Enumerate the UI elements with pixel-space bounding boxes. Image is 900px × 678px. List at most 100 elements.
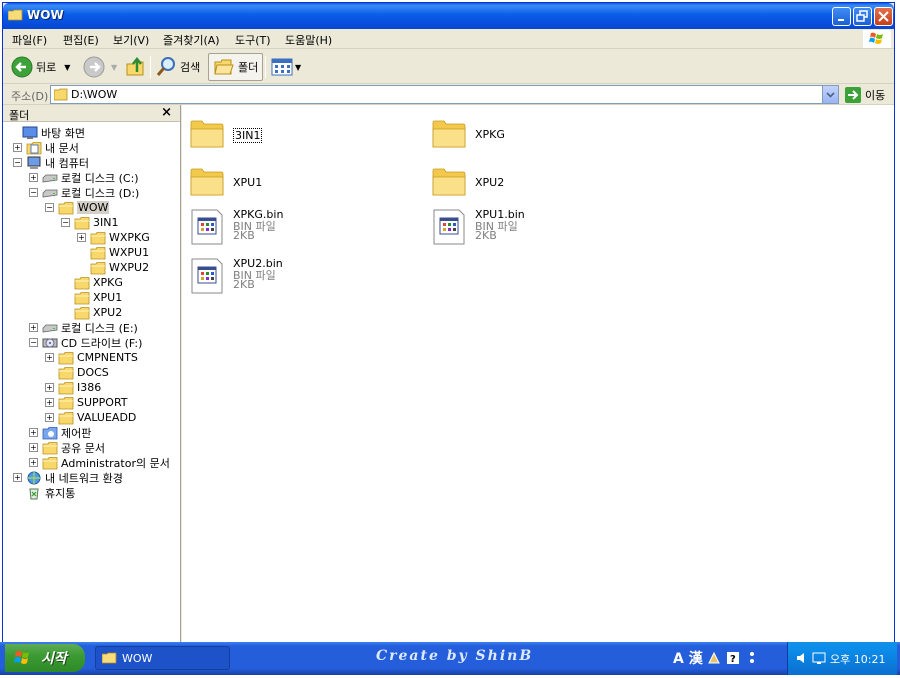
network-icon[interactable] — [812, 651, 826, 665]
back-dropdown-icon[interactable]: ▼ — [64, 63, 70, 72]
explorer-window: WOW 파일(F) 편집(E) 보기(V) 즐겨찾기(A) 도구(T) 도움말(… — [2, 2, 895, 674]
folder-item[interactable]: XPU2 — [424, 159, 664, 205]
address-value: D:\WOW — [71, 88, 118, 101]
expand-icon[interactable]: + — [29, 428, 38, 437]
views-dropdown-icon[interactable]: ▼ — [295, 63, 301, 72]
address-dropdown-button[interactable] — [822, 86, 838, 103]
folder-icon — [432, 115, 466, 151]
help-icon[interactable]: ? — [726, 652, 739, 664]
folder-item[interactable]: XPU1 — [182, 159, 422, 205]
volume-icon[interactable] — [796, 651, 810, 665]
start-button[interactable]: 시작 — [5, 644, 85, 672]
menu-file[interactable]: 파일(F) — [12, 32, 47, 48]
address-input[interactable]: D:\WOW — [50, 85, 839, 104]
menu-tools[interactable]: 도구(T) — [235, 32, 271, 48]
tree-node[interactable]: + SUPPORT — [45, 395, 128, 410]
tree-node[interactable]: + CMPNENTS — [45, 350, 138, 365]
expand-icon[interactable]: + — [45, 383, 54, 392]
tree-node[interactable]: + 로컬 디스크 (C:) — [29, 170, 139, 185]
collapse-icon[interactable]: − — [29, 188, 38, 197]
tree-node[interactable]: − 3IN1 — [61, 215, 118, 230]
folders-button[interactable]: 폴더 — [208, 53, 264, 81]
tree-node[interactable]: XPU1 — [61, 290, 122, 305]
close-button[interactable] — [874, 7, 893, 26]
search-button[interactable]: 검색 — [155, 53, 200, 81]
folder-item[interactable]: 3IN1 — [182, 111, 422, 157]
tree-node[interactable]: WXPU1 — [77, 245, 149, 260]
tree-node[interactable]: WXPU2 — [77, 260, 149, 275]
expand-icon[interactable]: + — [29, 443, 38, 452]
tree-node[interactable]: + 내 문서 — [13, 140, 79, 155]
expand-icon[interactable]: + — [45, 413, 54, 422]
item-size: 2KB — [475, 229, 497, 242]
expand-icon[interactable]: + — [13, 473, 22, 482]
collapse-icon[interactable]: − — [29, 338, 38, 347]
tree-node[interactable]: + 공유 문서 — [29, 440, 105, 455]
standard-toolbar: 뒤로 ▼ ▼ 검색 폴더 ▼ — [3, 50, 894, 84]
tree-node[interactable]: − WOW — [45, 200, 110, 215]
back-button[interactable]: 뒤로 ▼ — [11, 53, 70, 81]
folders-icon — [214, 59, 234, 75]
ime-options-icon[interactable] — [747, 651, 757, 665]
close-icon — [878, 11, 889, 22]
expand-icon[interactable]: + — [29, 323, 38, 332]
expand-icon[interactable]: + — [77, 233, 86, 242]
collapse-icon[interactable]: − — [61, 218, 70, 227]
folder-icon — [90, 231, 106, 245]
go-button[interactable]: 이동 — [845, 86, 891, 103]
folder-pane-close-button[interactable]: × — [161, 105, 172, 120]
views-button[interactable]: ▼ — [271, 53, 301, 81]
tree-node[interactable]: + 로컬 디스크 (E:) — [29, 320, 138, 335]
tree-node-label: SUPPORT — [77, 396, 128, 409]
tree-node[interactable]: + Administrator의 문서 — [29, 455, 170, 470]
forward-dropdown-icon[interactable]: ▼ — [111, 63, 117, 72]
tree-node-label: WXPKG — [109, 231, 150, 244]
up-folder-button[interactable] — [125, 53, 147, 81]
tree-node[interactable]: XPU2 — [61, 305, 122, 320]
minimize-icon — [838, 19, 844, 21]
tree-node-label: 로컬 디스크 (C:) — [61, 171, 139, 185]
title-bar[interactable]: WOW — [3, 3, 894, 29]
folder-item[interactable]: XPKG — [424, 111, 664, 157]
tree-node[interactable]: 휴지통 — [13, 485, 75, 500]
tree-node[interactable]: − CD 드라이브 (F:) — [29, 335, 142, 350]
tree-node[interactable]: − 내 컴퓨터 — [13, 155, 89, 170]
restore-button[interactable] — [853, 7, 872, 26]
menu-help[interactable]: 도움말(H) — [285, 32, 332, 48]
collapse-icon[interactable]: − — [13, 158, 22, 167]
tree-node-label: 내 문서 — [45, 141, 79, 155]
minimize-button[interactable] — [832, 7, 851, 26]
expand-icon[interactable]: + — [45, 398, 54, 407]
expand-icon[interactable]: + — [29, 458, 38, 467]
forward-button[interactable]: ▼ — [83, 53, 117, 81]
tree-node[interactable]: + I386 — [45, 380, 101, 395]
tree-node[interactable]: DOCS — [45, 365, 109, 380]
item-name: XPU1 — [233, 176, 263, 189]
menu-view[interactable]: 보기(V) — [113, 32, 149, 48]
taskbar-item-label: WOW — [122, 651, 153, 665]
tree-node[interactable]: + WXPKG — [77, 230, 150, 245]
tree-node[interactable]: − 로컬 디스크 (D:) — [29, 185, 139, 200]
taskbar-item-wow[interactable]: WOW — [95, 646, 230, 670]
expand-icon[interactable]: + — [29, 173, 38, 182]
expand-icon[interactable]: + — [45, 353, 54, 362]
control-panel-icon — [42, 426, 58, 440]
menu-edit[interactable]: 편집(E) — [63, 32, 99, 48]
expand-icon[interactable]: + — [13, 143, 22, 152]
file-item[interactable]: XPU1.bin BIN 파일 2KB — [424, 205, 664, 251]
ime-tool-icon[interactable] — [707, 651, 721, 665]
folder-pane: 폴더 × 바탕 화면 + 내 문서 − 내 컴퓨터 + 로컬 디스크 (C:) − 로컬 디스크… — [3, 105, 181, 645]
tree-node[interactable]: + VALUEADD — [45, 410, 136, 425]
file-item[interactable]: XPU2.bin BIN 파일 2KB — [182, 254, 422, 300]
clock[interactable]: 오후 10:21 — [830, 651, 885, 667]
collapse-icon[interactable]: − — [45, 203, 54, 212]
ime-indicator[interactable]: A 漢 ? — [673, 648, 757, 668]
menu-favorites[interactable]: 즐겨찾기(A) — [163, 32, 220, 48]
tree-node[interactable]: XPKG — [61, 275, 123, 290]
tree-node-label: 3IN1 — [93, 216, 119, 229]
cd-drive-icon — [42, 336, 58, 350]
tree-node[interactable]: 바탕 화면 — [9, 125, 85, 140]
file-item[interactable]: XPKG.bin BIN 파일 2KB — [182, 205, 422, 251]
tree-node[interactable]: + 내 네트워크 환경 — [13, 470, 123, 485]
tree-node[interactable]: + 제어판 — [29, 425, 91, 440]
